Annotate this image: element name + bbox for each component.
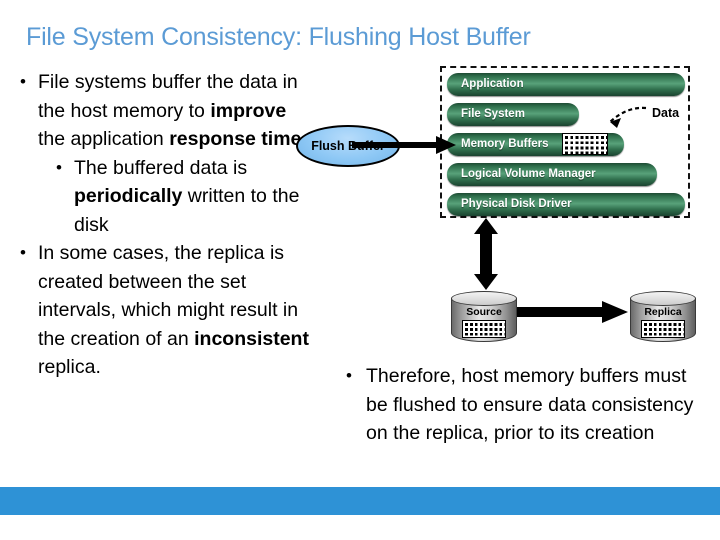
left-text-column: File systems buffer the data in the host… [14, 68, 314, 382]
cylinder-label: Replica [644, 306, 682, 318]
body-text: the application [38, 128, 170, 150]
footer-strip: EMC Proven Professional. Copyright © 201… [0, 515, 720, 540]
emphasis-text: response time [169, 128, 302, 150]
bullet-item: File systems buffer the data in the host… [14, 68, 314, 154]
body-text: The buffered data is [74, 156, 248, 179]
footer-accent-bar [0, 487, 720, 515]
flush-to-buffer-arrow-icon [352, 136, 456, 154]
layer-label: Memory Buffers [461, 138, 549, 150]
layer-label: Application [461, 78, 524, 90]
replication-arrow-icon [516, 301, 628, 323]
emphasis-text: periodically [74, 185, 183, 207]
data-callout-arrow-icon [609, 106, 647, 128]
diagram-layer-application: Application [447, 73, 685, 96]
page-title: File System Consistency: Flushing Host B… [26, 23, 531, 51]
data-callout-label: Data [652, 106, 680, 120]
cylinder-label: Source [466, 306, 502, 318]
cylinder-data-grid-icon [462, 320, 506, 338]
storage-cylinder-replica: Replica [630, 291, 696, 343]
body-text: replica. [38, 356, 101, 378]
data-block-icon [562, 133, 608, 155]
bullet-item: Therefore, host memory buffers must be f… [338, 362, 710, 448]
host-storage-bidirectional-arrow-icon [474, 218, 498, 290]
layer-label: File System [461, 108, 525, 120]
emphasis-text: improve [210, 99, 287, 122]
cylinder-top [451, 291, 517, 306]
right-text-column: Therefore, host memory buffers must be f… [338, 362, 710, 448]
cylinder-data-grid-icon [641, 320, 685, 338]
body-text: Therefore, host memory buffers must be f… [366, 365, 694, 444]
layer-label: Logical Volume Manager [461, 168, 596, 180]
bullet-item: In some cases, the replica is created be… [14, 239, 314, 382]
storage-cylinder-source: Source [451, 291, 517, 343]
diagram-layer-logical-volume-manager: Logical Volume Manager [447, 163, 657, 186]
diagram-layer-physical-disk-driver: Physical Disk Driver [447, 193, 685, 216]
slide-canvas: File System Consistency: Flushing Host B… [0, 0, 720, 540]
diagram-layer-file-system: File System [447, 103, 579, 126]
bullet-item: The buffered data is periodically writte… [14, 154, 314, 240]
emphasis-text: inconsistent [194, 327, 309, 350]
layer-label: Physical Disk Driver [461, 198, 572, 210]
cylinder-top [630, 291, 696, 306]
